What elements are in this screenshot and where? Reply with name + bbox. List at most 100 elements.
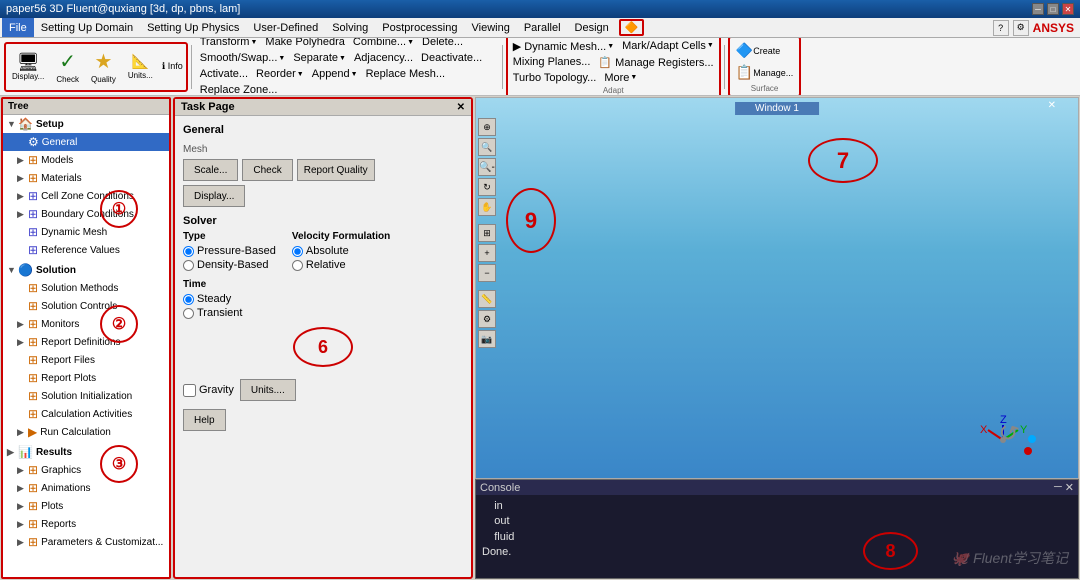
menu-setting-up-domain[interactable]: Setting Up Domain — [34, 18, 140, 37]
tree-item-report-defs[interactable]: ▶ ⊞ Report Definitions — [3, 333, 169, 351]
manage-registers-button[interactable]: 📋 Manage Registers... — [595, 55, 716, 70]
tree-item-reports[interactable]: ▶ ⊞ Reports — [3, 515, 169, 533]
minimize-button[interactable]: ─ — [1032, 3, 1044, 15]
display-button[interactable]: 🖥 Display... — [7, 45, 49, 89]
absolute-option[interactable]: Absolute — [292, 245, 390, 257]
close-button[interactable]: ✕ — [1062, 3, 1074, 15]
gravity-checkbox-label[interactable]: Gravity — [183, 384, 234, 397]
tree-item-reference[interactable]: ⊞ Reference Values — [3, 241, 169, 259]
menu-setting-up-physics[interactable]: Setting Up Physics — [140, 18, 246, 37]
reorder-button[interactable]: Reorder ▼ — [253, 67, 307, 81]
menu-viewing[interactable]: Viewing — [465, 18, 517, 37]
check-button[interactable]: ✓ Check — [51, 45, 84, 89]
report-quality-button[interactable]: Report Quality — [297, 159, 375, 181]
absolute-radio[interactable] — [292, 246, 303, 257]
pressure-based-radio[interactable] — [183, 246, 194, 257]
adjacency-button[interactable]: Adjacency... — [351, 51, 416, 65]
tree-item-graphics[interactable]: ▶ ⊞ Graphics — [3, 461, 169, 479]
more-adapt-button[interactable]: More ▼ — [601, 71, 640, 85]
pan-button[interactable]: ✋ — [478, 198, 496, 216]
zoom-fit-button[interactable]: ⊕ — [478, 118, 496, 136]
dynamic-mesh-button[interactable]: ▶ Dynamic Mesh... ▼ — [510, 39, 617, 54]
relative-option[interactable]: Relative — [292, 259, 390, 271]
pressure-based-option[interactable]: Pressure-Based — [183, 245, 276, 257]
transient-option[interactable]: Transient — [183, 307, 463, 319]
relative-radio[interactable] — [292, 260, 303, 271]
tree-item-general[interactable]: ⚙ General — [3, 133, 169, 151]
tree-item-report-files[interactable]: ⊞ Report Files — [3, 351, 169, 369]
manage-button[interactable]: 📋 Manage... — [732, 62, 797, 83]
delete-button[interactable]: Delete... — [419, 38, 466, 49]
tree-item-report-plots[interactable]: ⊞ Report Plots — [3, 369, 169, 387]
tree-item-solution-controls[interactable]: ⊞ Solution Controls — [3, 297, 169, 315]
check-mesh-button[interactable]: Check — [242, 159, 292, 181]
gravity-checkbox[interactable] — [183, 384, 196, 397]
menu-postprocessing[interactable]: Postprocessing — [375, 18, 464, 37]
info-button[interactable]: ℹ Info — [162, 61, 183, 72]
create-button[interactable]: 🔷 Create — [732, 40, 784, 61]
help-button[interactable]: ? — [993, 20, 1009, 36]
menu-design[interactable]: Design — [568, 18, 616, 37]
maximize-button[interactable]: □ — [1047, 3, 1059, 15]
density-based-radio[interactable] — [183, 260, 194, 271]
tree-section-setup[interactable]: ▼ 🏠 Setup — [3, 115, 169, 133]
replace-mesh-button[interactable]: Replace Mesh... — [363, 67, 448, 81]
turbo-topology-button[interactable]: Turbo Topology... — [510, 71, 600, 85]
steady-option[interactable]: Steady — [183, 293, 463, 305]
density-based-option[interactable]: Density-Based — [183, 259, 276, 271]
smooth-swap-button[interactable]: Smooth/Swap... ▼ — [197, 51, 289, 65]
menu-file[interactable]: File — [2, 18, 34, 37]
console-close[interactable]: ✕ — [1065, 481, 1074, 494]
tree-item-boundary[interactable]: ▶ ⊞ Boundary Conditions — [3, 205, 169, 223]
steady-radio[interactable] — [183, 294, 194, 305]
tree-item-animations[interactable]: ▶ ⊞ Animations — [3, 479, 169, 497]
tree-item-solution-methods[interactable]: ⊞ Solution Methods — [3, 279, 169, 297]
tree-item-materials[interactable]: ▶ ⊞ Materials — [3, 169, 169, 187]
settings-vp-button[interactable]: ⚙ — [478, 310, 496, 328]
transform-button[interactable]: Transform ▼ — [197, 38, 261, 49]
ruler-button[interactable]: 📏 — [478, 290, 496, 308]
display-mesh-button[interactable]: Display... — [183, 185, 245, 207]
menu-solving[interactable]: Solving — [325, 18, 375, 37]
tree-item-calc-activities[interactable]: ⊞ Calculation Activities — [3, 405, 169, 423]
viewport-close-button[interactable]: ✕ — [1048, 100, 1056, 111]
transient-radio[interactable] — [183, 308, 194, 319]
settings-button[interactable]: ⚙ — [1013, 20, 1029, 36]
quality-button[interactable]: ★ Quality — [86, 45, 121, 89]
tree-item-sol-init[interactable]: ⊞ Solution Initialization — [3, 387, 169, 405]
task-close-button[interactable]: ✕ — [457, 102, 465, 113]
console-area[interactable]: Console ─ ✕ in out fluid Done. > 8 — [475, 479, 1079, 579]
menu-extra[interactable]: 🔶 — [619, 19, 645, 36]
replace-zone-button[interactable]: Replace Zone... — [197, 83, 281, 96]
console-minimize[interactable]: ─ — [1054, 481, 1062, 494]
zoom-out-button[interactable]: 🔍- — [478, 158, 496, 176]
zoom-box-button[interactable]: ⊞ — [478, 224, 496, 242]
menu-user-defined[interactable]: User-Defined — [246, 18, 325, 37]
scale-button[interactable]: Scale... — [183, 159, 238, 181]
tree-item-dynamic-mesh[interactable]: ⊞ Dynamic Mesh — [3, 223, 169, 241]
screenshot-button[interactable]: 📷 — [478, 330, 496, 348]
tree-item-models[interactable]: ▶ ⊞ Models — [3, 151, 169, 169]
tree-item-cell-zones[interactable]: ▶ ⊞ Cell Zone Conditions — [3, 187, 169, 205]
units-button-task[interactable]: Units.... — [240, 379, 296, 401]
tree-item-params[interactable]: ▶ ⊞ Parameters & Customizat... — [3, 533, 169, 551]
menu-parallel[interactable]: Parallel — [517, 18, 568, 37]
help-button-task[interactable]: Help — [183, 409, 226, 431]
deactivate-button[interactable]: Deactivate... — [418, 51, 485, 65]
append-button[interactable]: Append ▼ — [309, 67, 361, 81]
tree-section-results[interactable]: ▶ 📊 Results — [3, 443, 169, 461]
units-button[interactable]: 📐 Units... — [123, 45, 158, 89]
mark-adapt-button[interactable]: Mark/Adapt Cells ▼ — [619, 39, 717, 54]
tree-item-plots[interactable]: ▶ ⊞ Plots — [3, 497, 169, 515]
zoom-in2-button[interactable]: + — [478, 244, 496, 262]
tree-section-solution[interactable]: ▼ 🔵 Solution — [3, 261, 169, 279]
separate-button[interactable]: Separate ▼ — [290, 51, 349, 65]
make-polyhedra-button[interactable]: Make Polyhedra — [262, 38, 348, 49]
tree-item-run-calc[interactable]: ▶ ▶ Run Calculation — [3, 423, 169, 441]
mixing-planes-button[interactable]: Mixing Planes... — [510, 55, 594, 70]
activate-button[interactable]: Activate... — [197, 67, 251, 81]
zoom-in-button[interactable]: 🔍 — [478, 138, 496, 156]
rotate-button[interactable]: ↻ — [478, 178, 496, 196]
zoom-out2-button[interactable]: − — [478, 264, 496, 282]
tree-item-monitors[interactable]: ▶ ⊞ Monitors — [3, 315, 169, 333]
